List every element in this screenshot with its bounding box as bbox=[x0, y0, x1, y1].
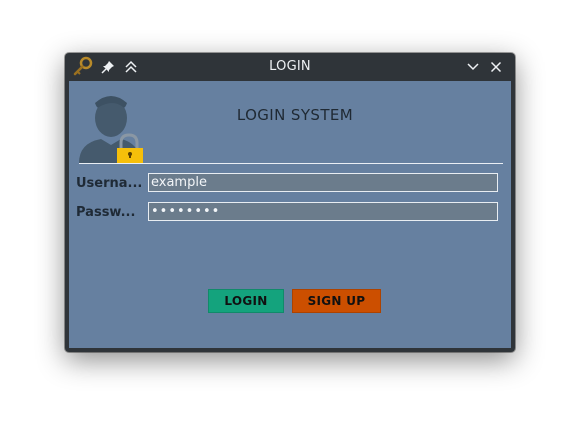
password-label: Passw... bbox=[76, 205, 136, 220]
signup-button[interactable]: SIGN UP bbox=[292, 289, 381, 313]
username-label: Userna... bbox=[76, 176, 143, 191]
chevron-down-icon[interactable] bbox=[463, 57, 483, 77]
close-icon[interactable] bbox=[486, 57, 506, 77]
user-lock-icon bbox=[79, 93, 147, 163]
window-title: LOGIN bbox=[269, 59, 311, 74]
divider bbox=[79, 163, 503, 164]
login-window: LOGIN LOGIN SYSTEM Userna... example Pas… bbox=[65, 53, 515, 352]
login-button[interactable]: LOGIN bbox=[208, 289, 284, 313]
title-bar[interactable]: LOGIN bbox=[65, 53, 515, 81]
page-title: LOGIN SYSTEM bbox=[236, 106, 354, 124]
login-panel: LOGIN SYSTEM Userna... Passw... LOGIN SI… bbox=[69, 81, 511, 348]
password-field[interactable] bbox=[148, 202, 498, 221]
username-field[interactable] bbox=[148, 173, 498, 192]
